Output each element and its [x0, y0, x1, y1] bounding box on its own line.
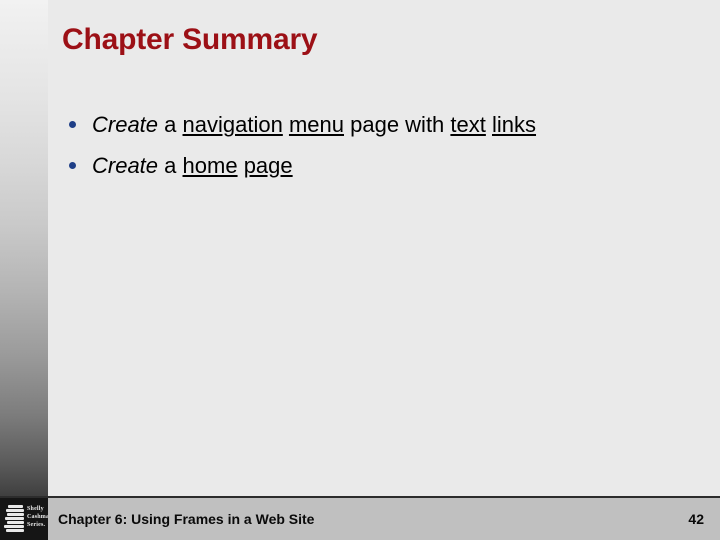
- footer-chapter-label: Chapter 6: Using Frames in a Web Site: [58, 511, 315, 527]
- stacked-books-icon: [4, 504, 26, 534]
- logo-line-3: Series.: [27, 522, 46, 528]
- shelly-cashman-logo: Shelly Cashman Series.: [0, 498, 48, 540]
- logo-line-1: Shelly: [27, 506, 44, 512]
- bullet-segment: Create: [92, 153, 159, 178]
- bullet-dot-icon: [69, 121, 76, 128]
- bullet-segment: text: [450, 112, 486, 137]
- list-item: Create a navigation menu page with text …: [62, 104, 702, 145]
- bullet-dot-icon: [69, 162, 76, 169]
- left-gradient-strip: [0, 0, 48, 540]
- bullet-segment: menu: [288, 112, 344, 137]
- logo-wordmark: Shelly Cashman Series.: [27, 505, 48, 529]
- list-item: Create a home page: [62, 145, 702, 186]
- bullet-segment: page with: [344, 112, 451, 137]
- bullet-segment: navigation: [182, 112, 283, 137]
- logo-line-2: Cashman: [27, 514, 48, 520]
- page-title: Chapter Summary: [62, 23, 318, 56]
- bullet-segment: Create: [92, 112, 159, 137]
- bullet-list: Create a navigation menu page with text …: [62, 104, 702, 186]
- page-number: 42: [688, 511, 704, 527]
- bullet-segment: a: [158, 153, 183, 178]
- slide: Chapter Summary Create a navigation menu…: [0, 0, 720, 540]
- bullet-segment: home: [182, 153, 238, 178]
- bullet-segment: page: [243, 153, 293, 178]
- bullet-segment: a: [158, 112, 183, 137]
- bullet-segment: links: [492, 112, 537, 137]
